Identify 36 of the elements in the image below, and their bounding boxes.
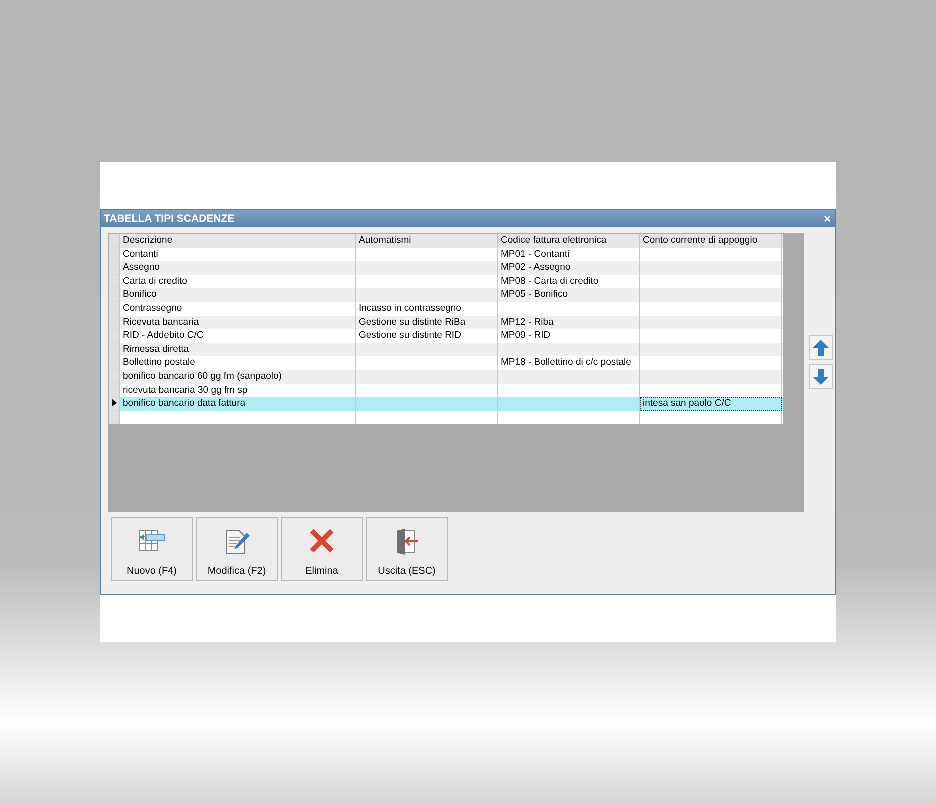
column-header[interactable]: Conto corrente di appoggio (640, 234, 782, 248)
table-cell: Bonifico (120, 288, 356, 302)
table-row[interactable]: Rimessa diretta (109, 342, 783, 356)
toolbar-button[interactable]: Elimina (281, 517, 363, 581)
column-header[interactable]: Descrizione (120, 234, 356, 248)
table-cell: MP02 - Assegno (498, 261, 640, 275)
table-row[interactable]: Ricevuta bancaria Gestione su distinte RiBa MP12 - Riba (109, 316, 783, 330)
move-down-button[interactable] (809, 364, 833, 389)
toolbar-button[interactable]: Uscita (ESC) (366, 517, 448, 581)
table-cell: MP05 - Bonifico (498, 288, 640, 302)
row-header[interactable] (109, 397, 120, 411)
table-cell: Rimessa diretta (120, 342, 356, 356)
exit-door-icon (394, 528, 420, 556)
toolbar-button[interactable]: Nuovo (F4) (111, 517, 193, 581)
table-cell: intesa san paolo C/C (640, 397, 782, 411)
table-row[interactable]: bonifico bancario 60 gg fm (sanpaolo) (109, 370, 783, 384)
column-header[interactable]: Codice fattura elettronica (498, 234, 640, 248)
table-cell: bonifico bancario data fattura (120, 397, 356, 411)
window-title: TABELLA TIPI SCADENZE (104, 212, 235, 224)
table-cell: MP12 - Riba (498, 316, 640, 330)
toolbar-button[interactable]: Modifica (F2) (196, 517, 278, 581)
current-row-icon (112, 399, 116, 408)
table-row[interactable]: Bonifico MP05 - Bonifico (109, 288, 783, 302)
up-arrow-icon (812, 338, 830, 356)
table-row[interactable]: bonifico bancario data fattura intesa san paolo C/C (109, 397, 783, 411)
document-edit-icon (223, 528, 251, 556)
table-cell: Ricevuta bancaria (120, 316, 356, 330)
column-header[interactable]: Automatismi (356, 234, 498, 248)
down-arrow-icon (812, 368, 830, 386)
table-cell: Assegno (120, 261, 356, 275)
move-up-button[interactable] (809, 335, 833, 360)
table-add-icon (137, 528, 167, 554)
table-cell: Gestione su distinte RiBa (356, 316, 498, 330)
delete-x-icon (309, 528, 335, 554)
table-row[interactable]: Assegno MP02 - Assegno (109, 261, 783, 275)
table-cell: bonifico bancario 60 gg fm (sanpaolo) (120, 370, 356, 384)
